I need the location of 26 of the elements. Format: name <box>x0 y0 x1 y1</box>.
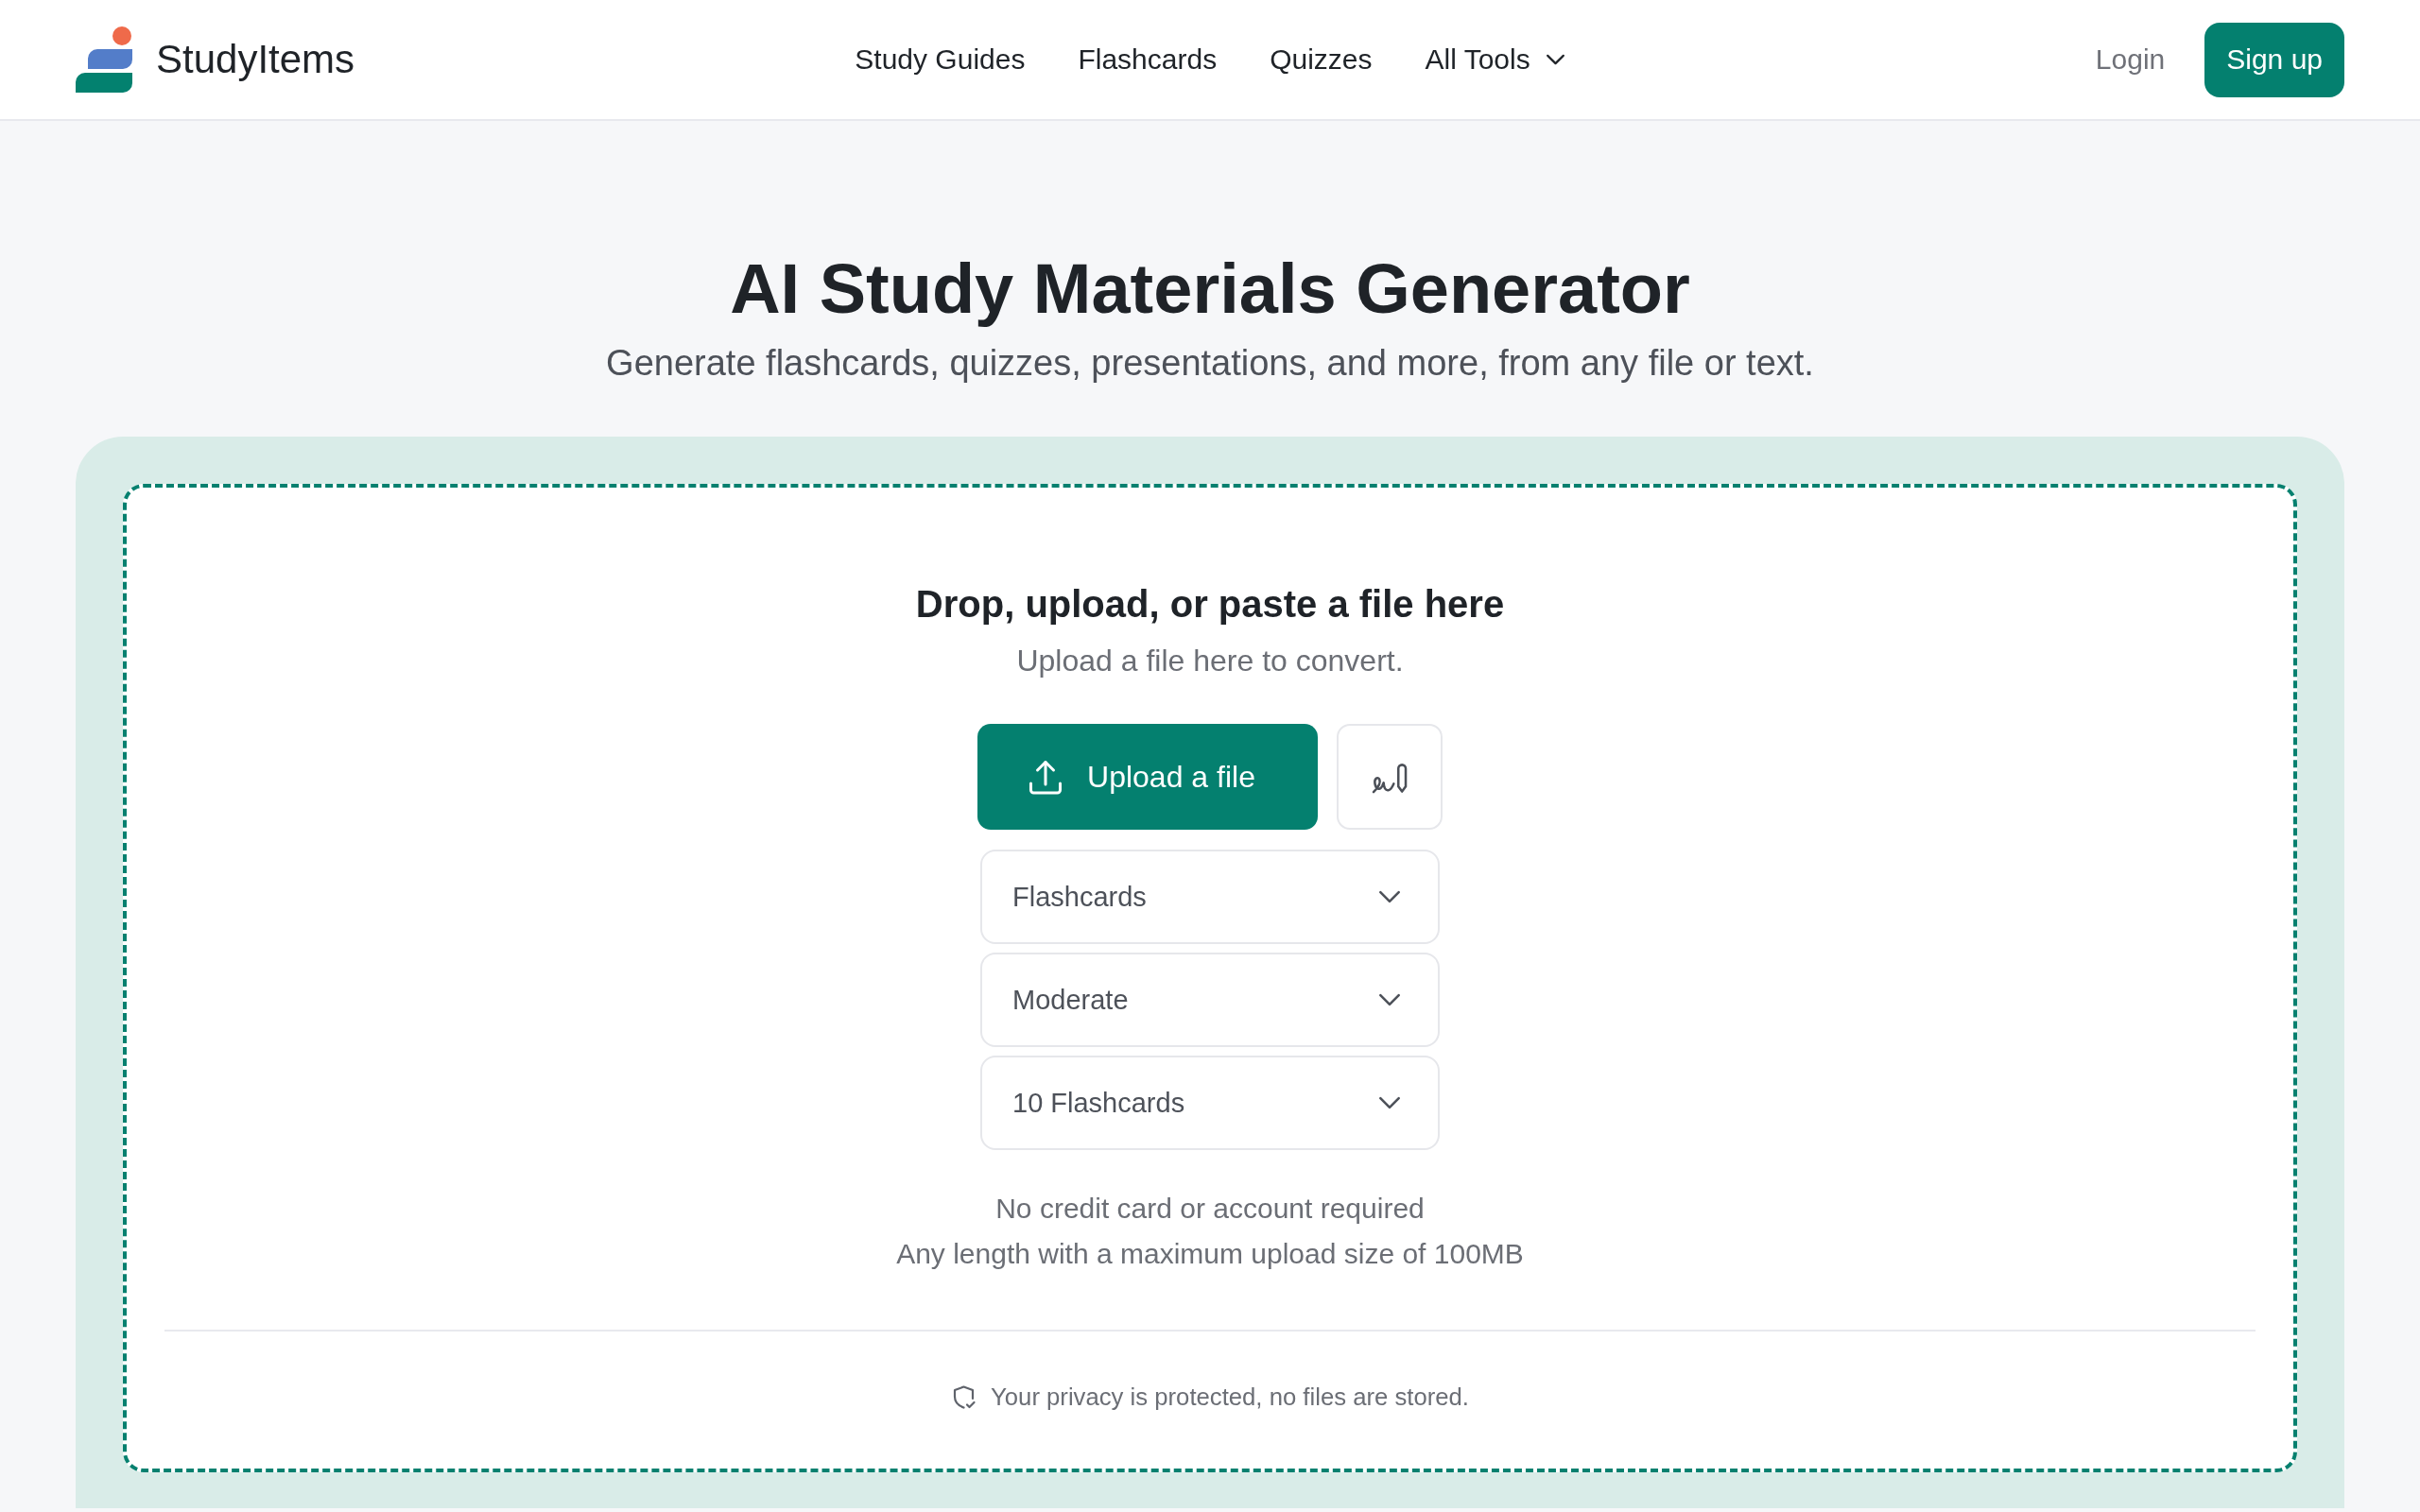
dropzone-heading: Drop, upload, or paste a file here <box>915 582 1505 627</box>
dropdown[interactable]: Moderate <box>980 953 1440 1047</box>
page-title: AI Study Materials Generator <box>730 249 1690 330</box>
sign-up-button[interactable]: Sign up <box>2204 22 2344 97</box>
page-subtitle: Generate flashcards, quizzes, presentations, and more, from any file or text. <box>606 342 1814 384</box>
nav-link[interactable]: Flashcards <box>1078 43 1218 77</box>
shield-check-icon <box>951 1384 977 1409</box>
chevron-down-icon <box>1378 1096 1401 1109</box>
chevron-down-icon <box>1378 993 1401 1006</box>
privacy-note: Your privacy is protected, no files are stored. <box>991 1383 1469 1412</box>
brand-name: StudyItems <box>156 37 355 82</box>
upload-button[interactable]: Upload a file <box>977 724 1318 830</box>
login-link[interactable]: Login <box>2095 43 2166 77</box>
upload-icon <box>1028 759 1063 795</box>
dropdown[interactable]: 10 Flashcards <box>980 1056 1440 1150</box>
handwriting-button[interactable] <box>1337 724 1443 830</box>
nav-link[interactable]: Quizzes <box>1270 43 1373 77</box>
nav-menu-button[interactable]: All Tools <box>1425 43 1565 77</box>
dropzone-hint: Upload a file here to convert. <box>1016 643 1404 679</box>
chevron-down-icon <box>1545 54 1565 65</box>
dropdown[interactable]: Flashcards <box>980 850 1440 944</box>
logo-icon <box>76 26 132 93</box>
nav-link[interactable]: Study Guides <box>855 43 1026 77</box>
info-note: Any length with a maximum upload size of 100MB <box>896 1237 1524 1271</box>
info-note: No credit card or account required <box>994 1192 1426 1226</box>
chevron-down-icon <box>1378 890 1401 903</box>
